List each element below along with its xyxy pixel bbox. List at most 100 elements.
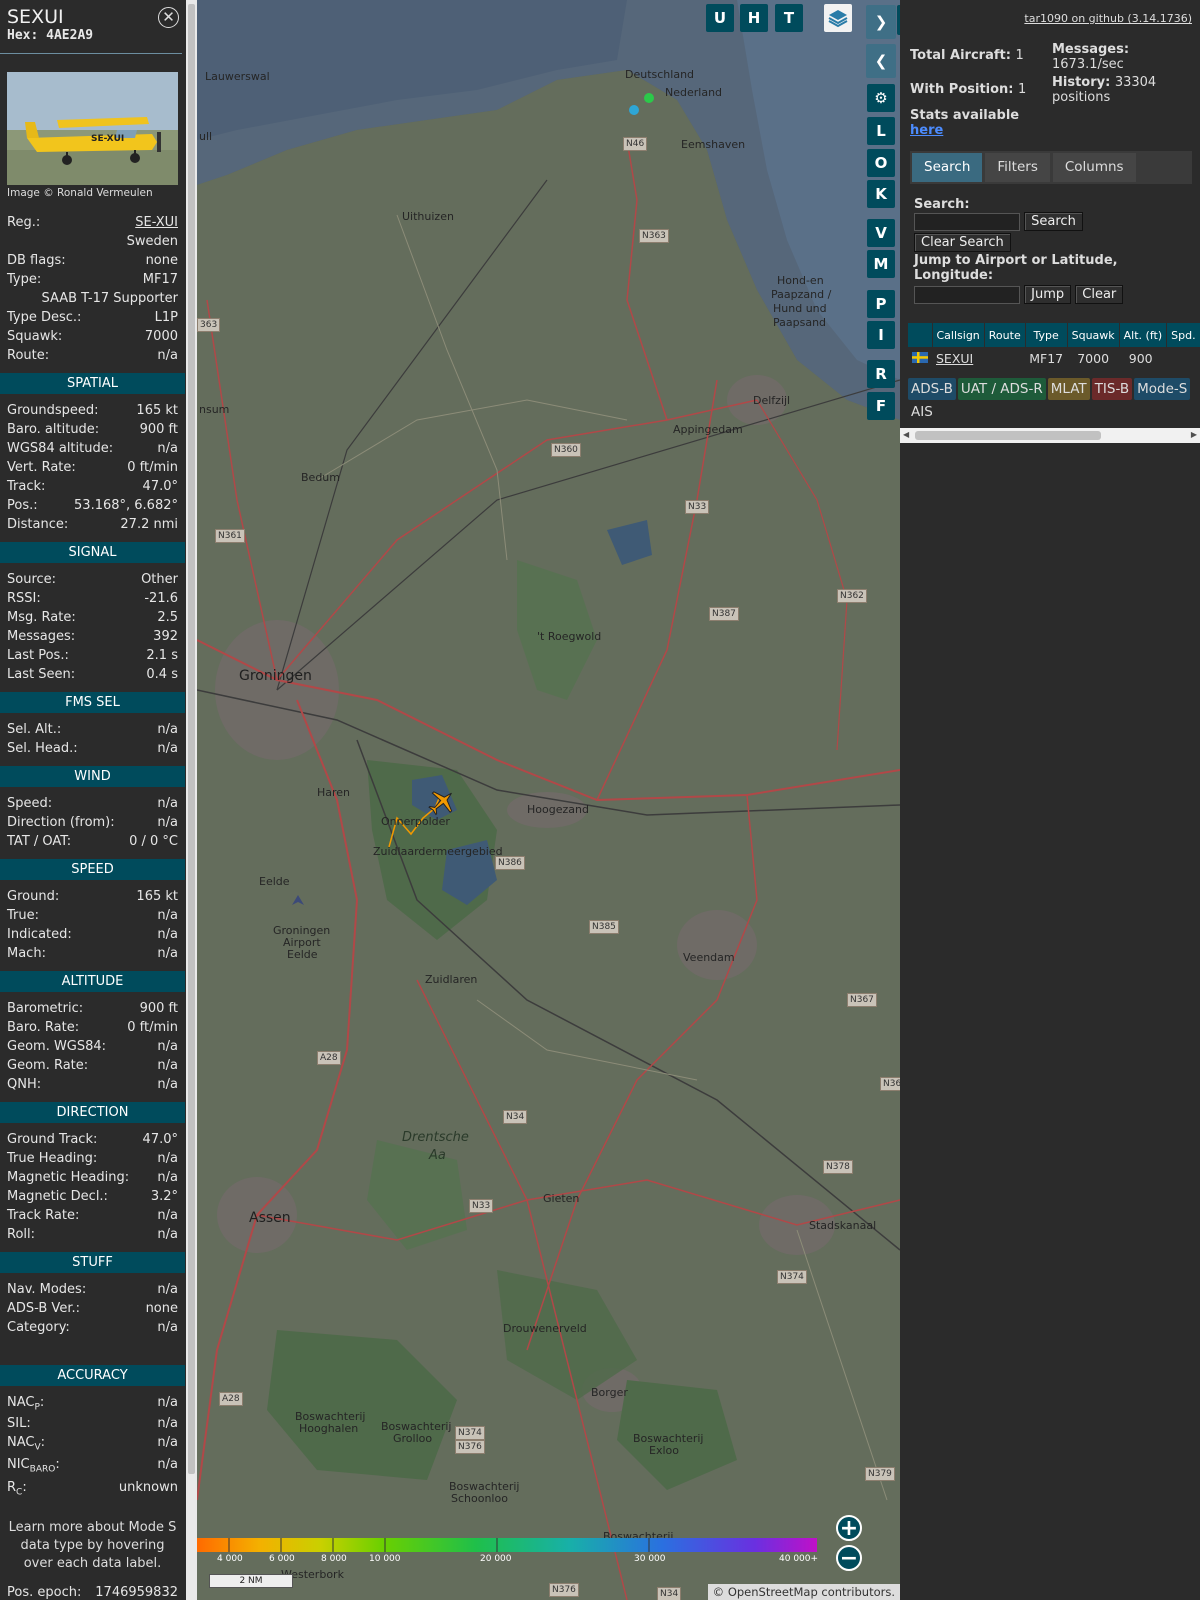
row-track-rate: Track Rate: n/a [0, 1206, 185, 1225]
row-label[interactable]: Type: [7, 270, 41, 289]
zoom-out-button[interactable]: − [836, 1545, 862, 1571]
row-label[interactable]: Geom. WGS84: [7, 1037, 106, 1056]
row-label[interactable]: True Heading: [7, 1149, 97, 1168]
aircraft-photo[interactable]: SE-XUI [7, 72, 178, 185]
column-altitude[interactable]: Alt. (ft) [1119, 323, 1168, 347]
info-panel-scrollbar[interactable] [186, 0, 197, 1600]
row-label[interactable]: Squawk: [7, 327, 62, 346]
scroll-left-icon[interactable]: ◀ [903, 430, 909, 439]
aircraft-hex: Hex: 4AE2A9 [7, 28, 94, 43]
map-button-h[interactable]: H [740, 4, 768, 32]
settings-button[interactable]: ⚙ [867, 84, 895, 112]
row-label[interactable]: Indicated: [7, 925, 72, 944]
row-label[interactable]: Magnetic Heading: [7, 1168, 129, 1187]
map-button-o[interactable]: O [867, 149, 895, 177]
row-label[interactable]: Geom. Rate: [7, 1056, 88, 1075]
clear-search-button[interactable]: Clear Search [914, 233, 1011, 252]
row-label[interactable]: Track Rate: [7, 1206, 79, 1225]
row-label[interactable]: Messages: [7, 627, 75, 646]
row-label[interactable]: True: [7, 906, 39, 925]
expand-right-button[interactable]: ❯ [866, 5, 896, 39]
collapse-left-button[interactable]: ❮ [866, 44, 896, 78]
map-button-k[interactable]: K [867, 180, 895, 208]
row-label[interactable]: ADS-B Ver.: [7, 1299, 80, 1318]
row-label[interactable]: RSSI: [7, 589, 41, 608]
jump-button[interactable]: Jump [1024, 285, 1072, 304]
row-label[interactable]: Vert. Rate: [7, 458, 76, 477]
row-label[interactable]: Last Seen: [7, 665, 75, 684]
row-label[interactable]: QNH: [7, 1075, 41, 1094]
map-place-label: Paapzand / [771, 288, 832, 301]
row-label[interactable]: Route: [7, 346, 49, 365]
row-label[interactable]: Msg. Rate: [7, 608, 76, 627]
row-label[interactable]: TAT / OAT: [7, 832, 71, 851]
column-route[interactable]: Route [984, 323, 1026, 347]
tab-search[interactable]: Search [912, 153, 983, 182]
row-label[interactable]: Distance: [7, 515, 68, 534]
map-button-i[interactable]: I [867, 321, 895, 349]
table-horizontal-scrollbar[interactable]: ◀ ▶ [900, 428, 1200, 443]
row-label[interactable]: Nav. Modes: [7, 1280, 86, 1299]
row-label[interactable]: NACV: [7, 1433, 45, 1453]
row-label[interactable]: Baro. altitude: [7, 420, 99, 439]
tab-filters[interactable]: Filters [985, 153, 1050, 182]
map-view[interactable]: Groningen Hoogezand Assen Veendam Appingedam… [197, 0, 900, 1600]
row-label[interactable]: Magnetic Decl.: [7, 1187, 108, 1206]
row-label[interactable]: Direction (from): [7, 813, 115, 832]
map-button-m[interactable]: M [867, 250, 895, 278]
row-label[interactable]: RC: [7, 1478, 27, 1498]
row-label[interactable]: SIL: [7, 1414, 31, 1433]
search-input[interactable] [914, 212, 1020, 231]
row-label[interactable]: Sel. Head.: [7, 739, 78, 758]
map-button-f[interactable]: F [867, 392, 895, 420]
scrollbar-thumb[interactable] [915, 431, 1101, 440]
registration-link[interactable]: SE-XUI [135, 213, 178, 232]
column-flag[interactable] [908, 323, 933, 347]
row-label[interactable]: WGS84 altitude: [7, 439, 113, 458]
clear-button[interactable]: Clear [1075, 285, 1124, 304]
row-label[interactable]: Pos.: [7, 496, 38, 515]
row-label[interactable]: Reg.: [7, 213, 40, 232]
row-label[interactable]: NACP: [7, 1393, 44, 1413]
row-label[interactable]: Source: [7, 570, 56, 589]
map-button-p[interactable]: P [867, 290, 895, 318]
tab-columns[interactable]: Columns [1052, 153, 1136, 182]
row-label[interactable]: Ground: [7, 887, 59, 906]
column-speed[interactable]: Spd. [1166, 323, 1200, 347]
scroll-right-icon[interactable]: ▶ [1191, 430, 1197, 439]
row-label[interactable]: DB flags: [7, 251, 66, 270]
table-row[interactable]: SEXUI MF17 7000 900 [908, 347, 1200, 369]
row-label[interactable]: Last Pos.: [7, 646, 69, 665]
map-button-v[interactable]: V [867, 219, 895, 247]
row-label[interactable]: Sel. Alt.: [7, 720, 61, 739]
layers-button[interactable] [824, 4, 852, 32]
close-icon[interactable]: ✕ [158, 7, 179, 28]
row-label[interactable]: Roll: [7, 1225, 35, 1244]
map-button-u[interactable]: U [706, 4, 734, 32]
github-link[interactable]: tar1090 on github (3.14.1736) [1024, 12, 1192, 25]
row-label[interactable]: Mach: [7, 944, 46, 963]
column-callsign[interactable]: Callsign [932, 323, 985, 347]
column-type[interactable]: Type [1025, 323, 1068, 347]
osm-link[interactable]: OpenStreetMap [728, 1585, 818, 1599]
column-squawk[interactable]: Squawk [1067, 323, 1120, 347]
row-label[interactable]: Category: [7, 1318, 70, 1337]
cell-callsign[interactable]: SEXUI [932, 347, 984, 369]
row-label[interactable]: Baro. Rate: [7, 1018, 79, 1037]
scrollbar-thumb[interactable] [188, 4, 195, 1474]
map-button-r[interactable]: R [867, 360, 895, 388]
row-label[interactable]: Type Desc.: [7, 308, 81, 327]
row-label[interactable]: Groundspeed: [7, 401, 98, 420]
jump-input[interactable] [914, 285, 1020, 304]
map-button-t[interactable]: T [775, 4, 803, 32]
map-button-l[interactable]: L [867, 117, 895, 145]
row-label[interactable]: Barometric: [7, 999, 83, 1018]
row-label[interactable]: Speed: [7, 794, 52, 813]
row-label[interactable]: NICBARO: [7, 1455, 60, 1475]
zoom-in-button[interactable]: + [836, 1515, 862, 1541]
row-label[interactable]: Ground Track: [7, 1130, 97, 1149]
row-label[interactable]: Pos. epoch: [7, 1583, 81, 1600]
stats-link[interactable]: here [910, 123, 943, 138]
row-label[interactable]: Track: [7, 477, 45, 496]
search-button[interactable]: Search [1024, 212, 1083, 231]
